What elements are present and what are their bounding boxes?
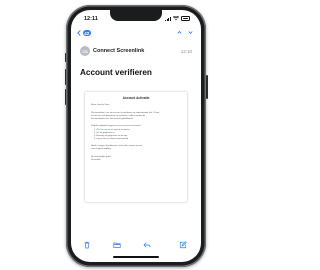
status-icons xyxy=(164,16,190,21)
volume-up-button xyxy=(64,69,66,85)
chevron-left-icon xyxy=(77,30,81,36)
email-greeting: Beste Uwe de Vries, xyxy=(91,104,110,106)
avatar: CS xyxy=(80,46,90,56)
phone-frame: 12:11 42 CS Connect Screenlink 12:10 Acc… xyxy=(64,5,208,267)
sender-row[interactable]: CS Connect Screenlink 12:10 xyxy=(71,46,201,60)
email-help-line-2: onze support afdeling. xyxy=(91,148,112,150)
signal-icon xyxy=(164,16,171,21)
power-button xyxy=(206,75,208,99)
unread-count-badge: 42 xyxy=(82,30,92,37)
status-time: 12:11 xyxy=(84,16,98,22)
volume-down-button xyxy=(64,89,66,105)
email-body-card: Account Activatie Beste Uwe de Vries, Wi… xyxy=(85,92,187,202)
email-intro-line-3: functionaliteiten van het account geblok… xyxy=(91,118,134,120)
email-step-4: 4. Log in met uw nieuwe wachtwoord xyxy=(94,138,129,140)
email-signature: Screenlink xyxy=(91,159,101,161)
trash-icon[interactable] xyxy=(83,241,91,249)
folder-icon[interactable] xyxy=(113,241,121,249)
compose-icon[interactable] xyxy=(179,241,187,249)
activation-link[interactable]: Klik hier xyxy=(96,129,103,131)
home-indicator[interactable] xyxy=(113,256,159,258)
email-subject: Account verifieren xyxy=(80,68,152,77)
step-1-text: om uw account te activeren xyxy=(104,129,130,131)
email-body-title: Account Activatie xyxy=(122,96,150,100)
mute-switch xyxy=(64,53,66,62)
wifi-icon xyxy=(173,16,179,21)
battery-icon xyxy=(181,16,190,21)
chevron-down-icon[interactable] xyxy=(188,30,193,35)
message-time: 12:10 xyxy=(180,48,192,54)
email-steps-intro: Volg de volgende stappen om uw account t… xyxy=(91,125,142,127)
chevron-up-icon[interactable] xyxy=(177,30,182,35)
notch xyxy=(110,10,162,21)
phone-screen: 12:11 42 CS Connect Screenlink 12:10 Acc… xyxy=(71,10,201,262)
mail-header: 42 xyxy=(71,26,201,44)
sender-name: Connect Screenlink xyxy=(93,48,145,54)
reply-icon[interactable] xyxy=(143,241,151,249)
mail-toolbar xyxy=(71,236,201,254)
back-button[interactable]: 42 xyxy=(77,30,92,37)
